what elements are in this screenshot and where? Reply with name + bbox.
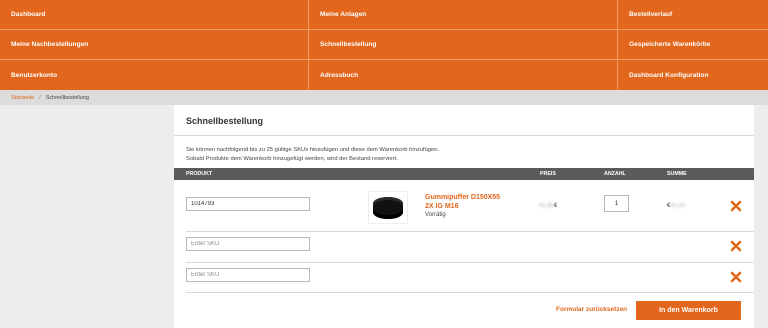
product-name-link[interactable]: Gummipuffer D150X55 2X IG M16 [425, 193, 509, 211]
product-image[interactable] [368, 191, 408, 224]
nav-bestellverlauf[interactable]: Bestellverlauf [618, 0, 768, 30]
price-currency: € [554, 203, 558, 209]
nav-dashboard[interactable]: Dashboard [0, 0, 309, 30]
nav-meine-nachbestellungen[interactable]: Meine Nachbestellungen [0, 30, 309, 60]
nav-schnellbestellung[interactable]: Schnellbestellung [309, 30, 618, 60]
description-line-1: Sie können nachfolgend bis zu 25 gültige… [186, 147, 440, 153]
rubber-buffer-image [373, 196, 403, 219]
stock-status: Vorrätig [425, 212, 446, 218]
row-divider [186, 231, 754, 232]
sku-input-1[interactable] [186, 197, 310, 211]
nav-adressbuch[interactable]: Adressbuch [309, 60, 618, 90]
column-quantity: ANZAHL [604, 171, 626, 177]
line-total: €41,85 [667, 203, 685, 209]
quick-order-panel: Schnellbestellung Sie können nachfolgend… [174, 105, 754, 328]
price-value-blurred: 41,85 [539, 203, 555, 209]
description-line-2: Sobald Produkte dem Warenkorb hinzugefüg… [186, 155, 398, 162]
nav-benutzerkonto[interactable]: Benutzerkonto [0, 60, 309, 90]
remove-row-2-icon[interactable] [730, 240, 742, 252]
table-header: PRODUKT PREIS ANZAHL SUMME [174, 168, 754, 180]
remove-row-3-icon[interactable] [730, 271, 742, 283]
column-sum: SUMME [667, 171, 687, 177]
breadcrumb-separator: / [39, 94, 41, 101]
sum-value-blurred: 41,85 [670, 203, 686, 209]
title-divider [174, 135, 754, 136]
breadcrumb-home-link[interactable]: Startseite [11, 95, 34, 101]
nav-gespeicherte-warenkoerbe[interactable]: Gespeicherte Warenkörbe [618, 30, 768, 60]
nav-meine-anlagen[interactable]: Meine Anlagen [309, 0, 618, 30]
column-price: PREIS [540, 171, 556, 177]
quantity-input[interactable] [604, 195, 629, 212]
breadcrumb-current: Schnellbestellung [45, 94, 89, 101]
breadcrumb: Startseite / Schnellbestellung [0, 90, 768, 105]
row-divider [186, 262, 754, 263]
remove-row-1-icon[interactable] [730, 200, 742, 212]
sku-input-2[interactable] [186, 237, 310, 251]
reset-form-link[interactable]: Formular zurücksetzen [556, 306, 627, 313]
page-title: Schnellbestellung [186, 116, 264, 126]
sku-input-3[interactable] [186, 268, 310, 282]
row-divider [186, 292, 754, 293]
account-navigation: Dashboard Meine Anlagen Bestellverlauf M… [0, 0, 768, 90]
column-product: PRODUKT [186, 171, 213, 177]
add-to-cart-button[interactable]: In den Warenkorb [636, 301, 741, 320]
quick-order-description: Sie können nachfolgend bis zu 25 gültige… [186, 146, 439, 163]
nav-dashboard-konfiguration[interactable]: Dashboard Konfiguration [618, 60, 768, 90]
unit-price: 41,85€ [539, 203, 557, 209]
